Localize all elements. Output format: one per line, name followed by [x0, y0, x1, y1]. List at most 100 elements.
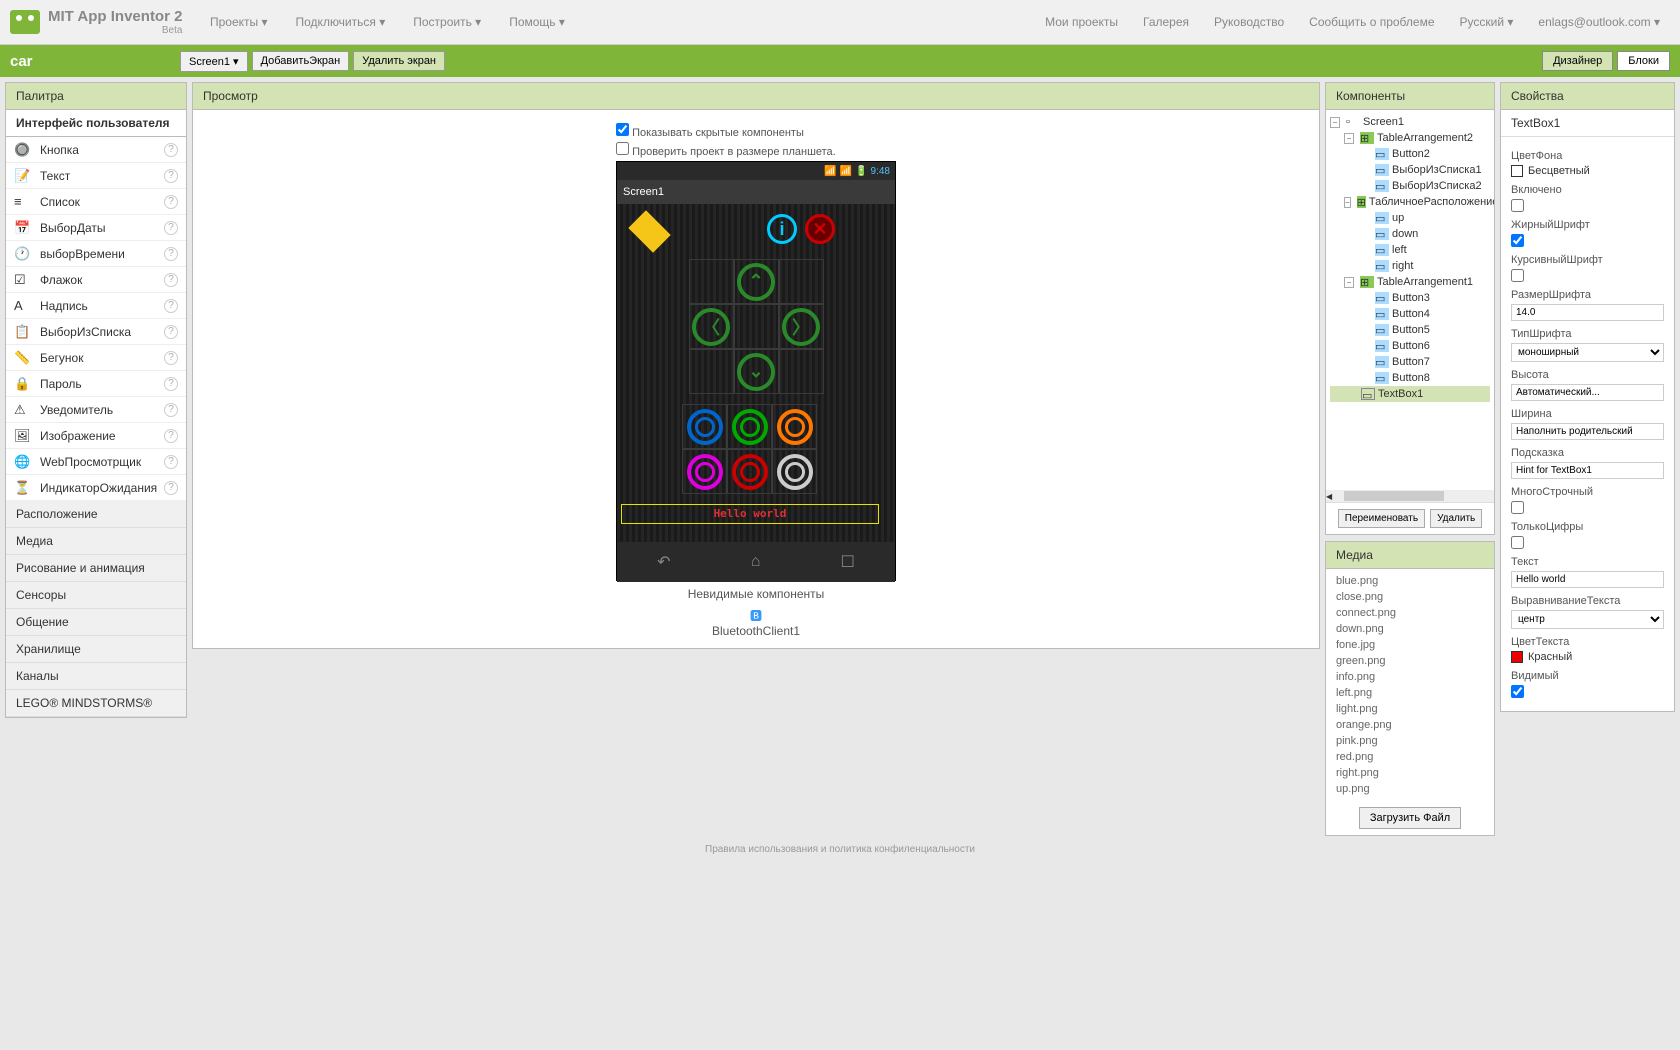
recent-nav-icon[interactable]: ☐ [841, 552, 855, 572]
palette-item-3[interactable]: 📅ВыборДаты? [6, 215, 186, 241]
prop-bgcolor-value[interactable]: Бесцветный [1511, 165, 1664, 177]
screen-selector[interactable]: Screen1 ▾ [180, 51, 248, 72]
tree-tablearr1[interactable]: −⊞TableArrangement1 [1330, 274, 1490, 290]
media-file-2[interactable]: connect.png [1336, 605, 1484, 621]
help-icon[interactable]: ? [164, 143, 178, 157]
tree-button3[interactable]: ▭Button3 [1330, 290, 1490, 306]
orange-ring-icon[interactable] [777, 409, 813, 445]
tree-listpicker1[interactable]: ▭ВыборИзСписка1 [1330, 162, 1490, 178]
upload-file-button[interactable]: Загрузить Файл [1359, 807, 1461, 829]
media-file-10[interactable]: pink.png [1336, 733, 1484, 749]
prop-multiline-checkbox[interactable] [1511, 501, 1524, 514]
menu-build[interactable]: Построить ▾ [413, 15, 481, 29]
palette-item-5[interactable]: ☑Флажок? [6, 267, 186, 293]
prop-fontsize-input[interactable] [1511, 304, 1664, 321]
left-arrow-icon[interactable]: 〈 [692, 308, 730, 346]
palette-item-1[interactable]: 📝Текст? [6, 163, 186, 189]
help-icon[interactable]: ? [164, 273, 178, 287]
media-file-3[interactable]: down.png [1336, 621, 1484, 637]
delete-component-button[interactable]: Удалить [1430, 509, 1482, 528]
prop-italic-checkbox[interactable] [1511, 269, 1524, 282]
textbox-preview[interactable]: Hello world [621, 504, 879, 524]
red-ring-icon[interactable] [732, 454, 768, 490]
tree-tablearr-ru[interactable]: −⊞ТабличноеРасположение [1330, 194, 1490, 210]
palette-cat-ui[interactable]: Интерфейс пользователя [6, 110, 186, 137]
down-arrow-icon[interactable]: ⌄ [737, 353, 775, 391]
add-screen-button[interactable]: ДобавитьЭкран [252, 51, 350, 71]
blocks-button[interactable]: Блоки [1617, 51, 1670, 71]
tree-button6[interactable]: ▭Button6 [1330, 338, 1490, 354]
tree-button2[interactable]: ▭Button2 [1330, 146, 1490, 162]
tablet-preview-checkbox[interactable] [616, 142, 629, 155]
show-hidden-checkbox[interactable] [616, 123, 629, 136]
prop-numbers-checkbox[interactable] [1511, 536, 1524, 549]
menu-projects[interactable]: Проекты ▾ [210, 15, 268, 29]
palette-item-11[interactable]: 🖼Изображение? [6, 423, 186, 449]
palette-category-7[interactable]: LEGO® MINDSTORMS® [6, 690, 186, 717]
tree-hscroll[interactable]: ◀ [1326, 490, 1494, 502]
media-file-0[interactable]: blue.png [1336, 573, 1484, 589]
prop-enabled-checkbox[interactable] [1511, 199, 1524, 212]
prop-hint-input[interactable] [1511, 462, 1664, 479]
media-file-12[interactable]: right.png [1336, 765, 1484, 781]
info-icon[interactable]: i [767, 214, 797, 244]
media-file-7[interactable]: left.png [1336, 685, 1484, 701]
tree-button4[interactable]: ▭Button4 [1330, 306, 1490, 322]
invisible-component-label[interactable]: BluetoothClient1 [616, 624, 896, 638]
palette-category-6[interactable]: Каналы [6, 663, 186, 690]
up-arrow-icon[interactable]: ⌃ [737, 263, 775, 301]
menu-account[interactable]: enlags@outlook.com ▾ [1538, 15, 1660, 29]
help-icon[interactable]: ? [164, 195, 178, 209]
prop-text-input[interactable] [1511, 571, 1664, 588]
help-icon[interactable]: ? [164, 481, 178, 495]
connect-icon[interactable] [628, 210, 670, 252]
menu-guide[interactable]: Руководство [1214, 15, 1284, 29]
menu-connect[interactable]: Подключиться ▾ [296, 15, 386, 29]
tree-down[interactable]: ▭down [1330, 226, 1490, 242]
prop-align-select[interactable]: центр [1511, 610, 1664, 629]
help-icon[interactable]: ? [164, 247, 178, 261]
palette-item-13[interactable]: ⏳ИндикаторОжидания? [6, 475, 186, 501]
blue-ring-icon[interactable] [687, 409, 723, 445]
palette-item-9[interactable]: 🔒Пароль? [6, 371, 186, 397]
tree-button8[interactable]: ▭Button8 [1330, 370, 1490, 386]
palette-item-7[interactable]: 📋ВыборИзСписка? [6, 319, 186, 345]
tree-button5[interactable]: ▭Button5 [1330, 322, 1490, 338]
prop-width-input[interactable] [1511, 423, 1664, 440]
home-nav-icon[interactable]: ⌂ [751, 553, 761, 571]
tree-up[interactable]: ▭up [1330, 210, 1490, 226]
media-file-8[interactable]: light.png [1336, 701, 1484, 717]
delete-screen-button[interactable]: Удалить экран [353, 51, 445, 71]
media-file-4[interactable]: fone.jpg [1336, 637, 1484, 653]
help-icon[interactable]: ? [164, 169, 178, 183]
menu-my-projects[interactable]: Мои проекты [1045, 15, 1118, 29]
menu-report[interactable]: Сообщить о проблеме [1309, 15, 1434, 29]
rename-button[interactable]: Переименовать [1338, 509, 1425, 528]
tree-screen1[interactable]: −▫Screen1 [1330, 114, 1490, 130]
palette-category-1[interactable]: Медиа [6, 528, 186, 555]
palette-item-0[interactable]: 🔘Кнопка? [6, 137, 186, 163]
help-icon[interactable]: ? [164, 377, 178, 391]
media-file-1[interactable]: close.png [1336, 589, 1484, 605]
palette-item-10[interactable]: ⚠Уведомитель? [6, 397, 186, 423]
components-tree[interactable]: −▫Screen1 −⊞TableArrangement2 ▭Button2 ▭… [1326, 110, 1494, 490]
tree-button7[interactable]: ▭Button7 [1330, 354, 1490, 370]
help-icon[interactable]: ? [164, 403, 178, 417]
palette-item-2[interactable]: ≡Список? [6, 189, 186, 215]
media-file-5[interactable]: green.png [1336, 653, 1484, 669]
menu-help[interactable]: Помощь ▾ [509, 15, 565, 29]
media-file-11[interactable]: red.png [1336, 749, 1484, 765]
palette-category-2[interactable]: Рисование и анимация [6, 555, 186, 582]
right-arrow-icon[interactable]: 〉 [782, 308, 820, 346]
media-file-13[interactable]: up.png [1336, 781, 1484, 797]
palette-category-0[interactable]: Расположение [6, 501, 186, 528]
close-icon[interactable]: ✕ [805, 214, 835, 244]
help-icon[interactable]: ? [164, 351, 178, 365]
media-file-6[interactable]: info.png [1336, 669, 1484, 685]
tree-left[interactable]: ▭left [1330, 242, 1490, 258]
palette-item-12[interactable]: 🌐WebПросмотрщик? [6, 449, 186, 475]
help-icon[interactable]: ? [164, 325, 178, 339]
help-icon[interactable]: ? [164, 221, 178, 235]
green-ring-icon[interactable] [732, 409, 768, 445]
back-nav-icon[interactable]: ↶ [657, 552, 670, 572]
